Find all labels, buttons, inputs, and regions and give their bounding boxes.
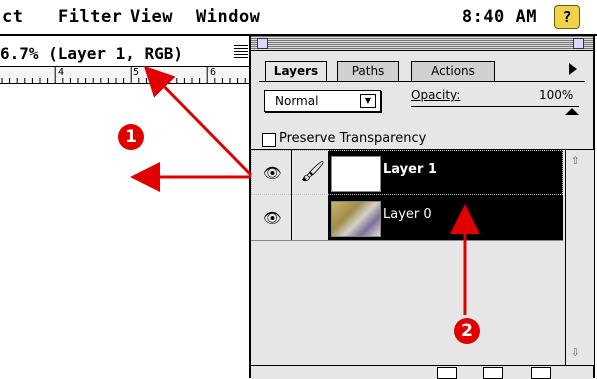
ruler-label: 4	[58, 67, 65, 78]
scroll-down-icon[interactable]: ⇩	[571, 344, 579, 360]
menu-item-ct[interactable]: ct	[2, 7, 23, 27]
blend-mode-value: Normal	[275, 94, 319, 108]
opacity-value[interactable]: 100%	[539, 88, 573, 102]
menu-item-window[interactable]: Window	[196, 7, 260, 27]
palette-close-icon[interactable]	[257, 38, 268, 49]
tab-layers[interactable]: Layers	[265, 61, 327, 81]
new-layer-icon[interactable]	[483, 367, 503, 379]
layer-name: Layer 0	[383, 207, 432, 222]
chevron-down-icon: ▼	[360, 94, 376, 108]
palette-title-bar[interactable]	[251, 36, 593, 51]
menu-item-filter[interactable]: Filter	[58, 7, 122, 27]
help-icon[interactable]: ?	[554, 5, 580, 29]
palette-button-bar	[251, 365, 593, 379]
opacity-slider-thumb[interactable]	[565, 108, 579, 115]
layer-row-layer-0[interactable]: 👁 Layer 0	[251, 195, 563, 241]
visibility-toggle[interactable]: 👁	[251, 195, 292, 240]
layer-thumbnail	[331, 201, 381, 237]
active-layer-outline	[251, 150, 563, 195]
document-window: 6.7% (Layer 1, RGB) 4 5 6	[0, 36, 258, 378]
ruler-label: 5	[133, 67, 140, 78]
eye-icon: 👁	[263, 209, 283, 227]
tab-divider	[259, 81, 585, 82]
edit-toggle[interactable]	[292, 195, 329, 240]
opacity-label: Opacity:	[411, 88, 461, 102]
layer-mask-icon[interactable]	[437, 367, 457, 379]
tab-paths[interactable]: Paths	[337, 61, 399, 81]
opacity-slider-track[interactable]	[411, 106, 579, 107]
trash-icon[interactable]	[531, 367, 551, 379]
layers-palette: Layers Paths Actions Normal ▼ Opacity: 1…	[249, 36, 595, 379]
menu-item-view[interactable]: View	[130, 7, 173, 27]
palette-menu-arrow-icon[interactable]	[569, 63, 577, 75]
annotation-badge-2: 2	[454, 318, 480, 344]
ruler-label: 6	[210, 67, 217, 78]
tab-actions[interactable]: Actions	[411, 61, 495, 81]
window-grip-icon[interactable]	[234, 45, 248, 58]
blend-mode-select[interactable]: Normal ▼	[264, 90, 381, 112]
menubar-clock: 8:40 AM	[461, 7, 537, 27]
scroll-up-icon[interactable]: ⇧	[571, 152, 579, 168]
preserve-transparency-label: Preserve Transparency	[279, 131, 427, 146]
layer-list-scrollbar[interactable]: ⇧ ⇩	[565, 150, 594, 365]
annotation-badge-1: 1	[118, 124, 144, 150]
ruler-ticks	[1, 67, 254, 83]
menu-bar: ct Filter View Window 8:40 AM ?	[0, 0, 597, 36]
palette-zoom-icon[interactable]	[573, 38, 584, 49]
preserve-transparency-checkbox[interactable]	[262, 133, 276, 147]
horizontal-ruler: 4 5 6	[0, 66, 258, 84]
document-title: 6.7% (Layer 1, RGB)	[0, 44, 184, 63]
